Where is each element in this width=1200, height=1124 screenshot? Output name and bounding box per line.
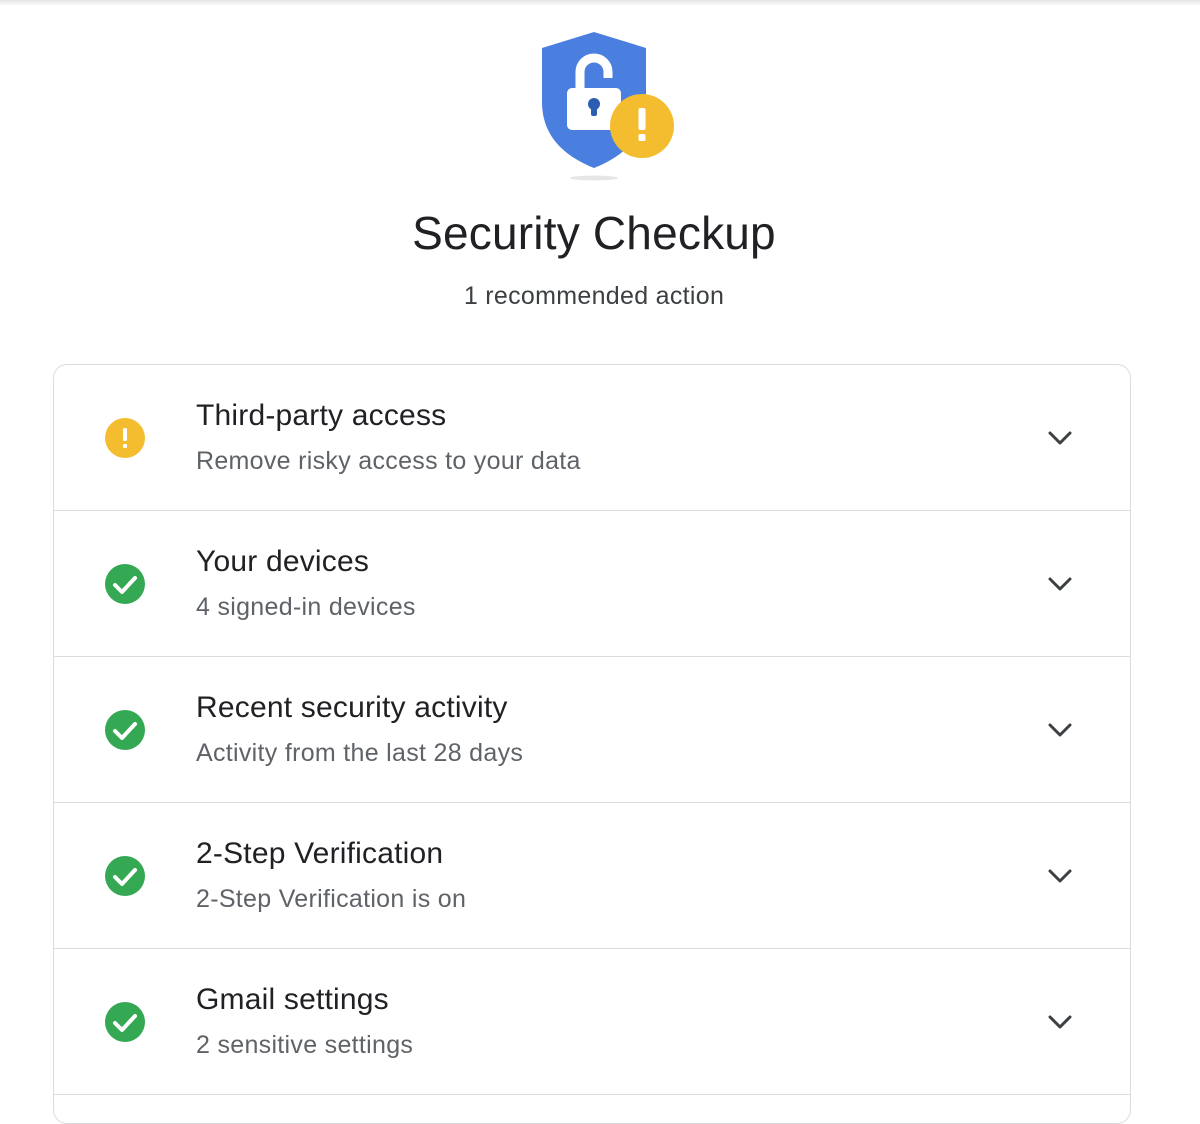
item-description: Remove risky access to your data xyxy=(196,447,581,475)
item-title: Recent security activity xyxy=(196,691,508,724)
warning-icon xyxy=(105,418,145,458)
checkup-item-your-devices[interactable]: Your devices 4 signed-in devices xyxy=(54,511,1130,657)
check-circle-icon xyxy=(105,710,145,750)
top-shadow xyxy=(0,0,1200,6)
item-title: 2-Step Verification xyxy=(196,837,444,870)
chevron-down-icon[interactable] xyxy=(1047,429,1073,447)
item-description: 4 signed-in devices xyxy=(196,593,416,621)
shield-unlocked-warning-icon xyxy=(542,32,674,181)
check-circle-icon xyxy=(105,856,145,896)
check-circle-icon xyxy=(105,564,145,604)
chevron-down-icon[interactable] xyxy=(1047,721,1073,739)
chevron-down-icon[interactable] xyxy=(1047,1013,1073,1031)
checkup-card: Third-party access Remove risky access t… xyxy=(53,364,1131,1124)
checkup-item-third-party-access[interactable]: Third-party access Remove risky access t… xyxy=(54,365,1130,511)
item-description: 2 sensitive settings xyxy=(196,1031,414,1059)
item-title: Gmail settings xyxy=(196,983,389,1016)
item-title: Third-party access xyxy=(196,399,447,432)
item-title: Your devices xyxy=(196,545,370,578)
checkup-item-gmail-settings[interactable]: Gmail settings 2 sensitive settings xyxy=(54,949,1130,1095)
chevron-down-icon[interactable] xyxy=(1047,575,1073,593)
item-description: Activity from the last 28 days xyxy=(196,739,524,767)
page-subtitle: 1 recommended action xyxy=(463,282,725,310)
checkup-item-recent-security-activity[interactable]: Recent security activity Activity from t… xyxy=(54,657,1130,803)
item-description: 2-Step Verification is on xyxy=(196,885,467,913)
check-circle-icon xyxy=(105,1002,145,1042)
checkup-item-2-step-verification[interactable]: 2-Step Verification 2-Step Verification … xyxy=(54,803,1130,949)
chevron-down-icon[interactable] xyxy=(1047,867,1073,885)
page-title: Security Checkup xyxy=(412,207,776,259)
